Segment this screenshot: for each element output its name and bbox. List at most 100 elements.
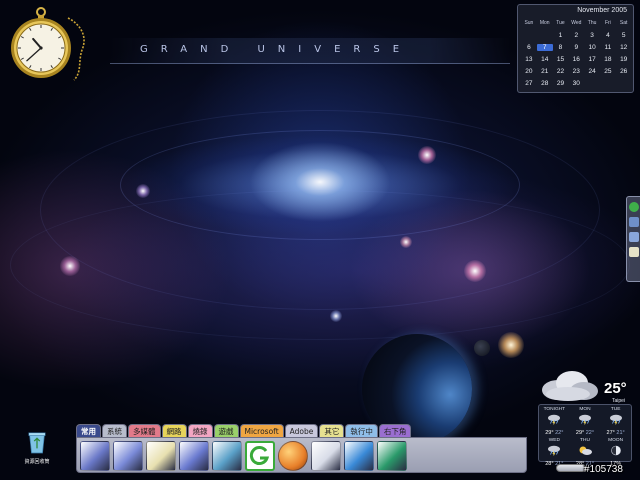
forecast-day: THU28° 21° bbox=[570, 436, 600, 467]
dock-tab-5[interactable]: 燒錄 bbox=[187, 424, 213, 437]
calendar-day[interactable]: 22 bbox=[553, 68, 569, 75]
notepad-icon[interactable] bbox=[146, 441, 176, 471]
cloud-icon bbox=[542, 371, 598, 401]
calendar-day-today[interactable]: 7 bbox=[536, 43, 553, 51]
moon-icon bbox=[601, 443, 631, 461]
current-temperature: 25° bbox=[604, 380, 627, 397]
forecast-day: WED28° 21° bbox=[539, 436, 569, 467]
calendar-day[interactable]: 1 bbox=[553, 32, 569, 39]
forecast-panel: TONIGHT 29° 22° MON 29° 22° TUE 27° 21° WED 28… bbox=[538, 404, 632, 467]
folder-icon[interactable] bbox=[113, 441, 143, 471]
dock-icon-row bbox=[80, 441, 410, 471]
desktop-title: GRAND UNIVERSE bbox=[140, 44, 413, 55]
dock-tab-4[interactable]: 網路 bbox=[161, 424, 187, 437]
calendar-weekday: Tue bbox=[556, 20, 565, 26]
storm-icon bbox=[539, 443, 569, 461]
dock-tab-2[interactable]: 系統 bbox=[102, 424, 127, 437]
calendar-day[interactable]: 28 bbox=[537, 80, 553, 87]
star-glow bbox=[464, 260, 486, 282]
dock-tab-9[interactable]: 其它 bbox=[319, 424, 345, 437]
calendar-week-row: 27 28 29 30 bbox=[521, 77, 632, 89]
dock-tab-bar: 常用 系統 多媒體 網路 燒錄 遊戲 Microsoft Adobe 其它 執行中 右下角 bbox=[76, 424, 412, 437]
drive-icon[interactable] bbox=[629, 217, 639, 227]
recycle-bin-icon bbox=[28, 432, 46, 454]
star-glow bbox=[418, 146, 436, 164]
forecast-high: 28° bbox=[545, 461, 554, 467]
calendar-weekday: Sun bbox=[524, 20, 534, 26]
calendar-week-row: 20 21 22 23 24 25 26 bbox=[521, 65, 632, 77]
calendar-weekday: Wed bbox=[571, 20, 582, 26]
doc-icon[interactable] bbox=[629, 247, 639, 257]
side-launcher[interactable] bbox=[626, 196, 640, 282]
calendar-day[interactable]: 3 bbox=[584, 32, 600, 39]
calendar-day[interactable]: 2 bbox=[568, 32, 584, 39]
calendar-day[interactable]: 5 bbox=[616, 32, 632, 39]
calendar-widget[interactable]: November 2005 Sun Mon Tue Wed Thu Fri Sat 1 2 3 4 5… bbox=[517, 4, 634, 93]
watermark-text: #105738 bbox=[584, 464, 623, 475]
mail-icon[interactable] bbox=[311, 441, 341, 471]
calendar-weekday: Thu bbox=[587, 20, 597, 26]
calendar-day[interactable]: 19 bbox=[616, 56, 632, 63]
calendar-day[interactable]: 26 bbox=[616, 68, 632, 75]
calendar-week-row: 12345 bbox=[521, 29, 632, 41]
forecast-day: TUE 27° 21° bbox=[601, 405, 631, 436]
calendar-day[interactable]: 18 bbox=[600, 56, 616, 63]
calendar-day[interactable]: 12 bbox=[616, 44, 632, 51]
calendar-day[interactable]: 15 bbox=[553, 56, 569, 63]
dock-tab-6[interactable]: 遊戲 bbox=[213, 424, 239, 437]
forecast-day: MON 29° 22° bbox=[570, 405, 600, 436]
calendar-day[interactable]: 20 bbox=[521, 68, 537, 75]
calendar-day[interactable]: 24 bbox=[584, 68, 600, 75]
g-app-icon[interactable] bbox=[245, 441, 275, 471]
storm-icon bbox=[539, 412, 569, 430]
calendar-day[interactable]: 21 bbox=[537, 68, 553, 75]
calendar-day[interactable]: 30 bbox=[568, 80, 584, 87]
dock-tab-1[interactable]: 常用 bbox=[76, 424, 101, 437]
calendar-day[interactable]: 27 bbox=[521, 80, 537, 87]
calendar-day[interactable]: 10 bbox=[584, 44, 600, 51]
calendar-day[interactable]: 6 bbox=[521, 44, 537, 51]
dock-tab-3[interactable]: 多媒體 bbox=[128, 424, 161, 437]
shortcut-globe-icon[interactable] bbox=[344, 441, 374, 471]
forecast-day: MOON 17% bbox=[601, 436, 631, 467]
forecast-day: TONIGHT 29° 22° bbox=[539, 405, 569, 436]
calendar-day[interactable]: 29 bbox=[553, 80, 569, 87]
calendar-day[interactable]: 11 bbox=[600, 44, 616, 51]
weather-widget[interactable]: 25° Taipei TONIGHT 29° 22° MON 29° 22° TUE 27… bbox=[534, 368, 634, 467]
dock-tab-7[interactable]: Microsoft bbox=[239, 424, 284, 437]
forecast-row: TONIGHT 29° 22° MON 29° 22° TUE 27° 21° bbox=[539, 405, 631, 436]
star-glow bbox=[136, 184, 150, 198]
storm-icon bbox=[601, 412, 631, 430]
clock-face-icon bbox=[11, 7, 85, 81]
star-glow bbox=[330, 310, 342, 322]
briefcase-icon[interactable] bbox=[80, 441, 110, 471]
pocket-watch-clock[interactable] bbox=[8, 6, 90, 84]
calendar-day[interactable]: 4 bbox=[600, 32, 616, 39]
dock-tab-11[interactable]: 右下角 bbox=[378, 424, 412, 437]
box-icon[interactable] bbox=[179, 441, 209, 471]
dock-panel bbox=[76, 437, 527, 473]
calendar-day[interactable]: 17 bbox=[584, 56, 600, 63]
moon bbox=[474, 340, 490, 356]
recycle-bin[interactable]: 資源回收筒 bbox=[14, 430, 60, 470]
volume-slider[interactable] bbox=[556, 464, 586, 472]
galaxy-orbit-ring bbox=[10, 190, 630, 340]
window-icon[interactable] bbox=[629, 232, 639, 242]
star-glow bbox=[60, 256, 80, 276]
recycle-bin-label: 資源回收筒 bbox=[24, 459, 50, 465]
calendar-day[interactable]: 16 bbox=[568, 56, 584, 63]
network-tools-icon[interactable] bbox=[212, 441, 242, 471]
green-app-icon[interactable] bbox=[629, 202, 639, 212]
calendar-day[interactable]: 23 bbox=[568, 68, 584, 75]
sun-cloud-icon bbox=[570, 443, 600, 461]
dock-tab-8[interactable]: Adobe bbox=[284, 424, 319, 437]
calendar-week-row: 6 7 8 9 10 11 12 bbox=[521, 41, 632, 53]
calendar-day[interactable]: 13 bbox=[521, 56, 537, 63]
browser-icon[interactable] bbox=[278, 441, 308, 471]
shortcut-network-icon[interactable] bbox=[377, 441, 407, 471]
calendar-day[interactable]: 8 bbox=[553, 44, 569, 51]
calendar-day[interactable]: 9 bbox=[568, 44, 584, 51]
dock-tab-10[interactable]: 執行中 bbox=[345, 424, 378, 437]
calendar-day[interactable]: 25 bbox=[600, 68, 616, 75]
calendar-day[interactable]: 14 bbox=[537, 56, 553, 63]
